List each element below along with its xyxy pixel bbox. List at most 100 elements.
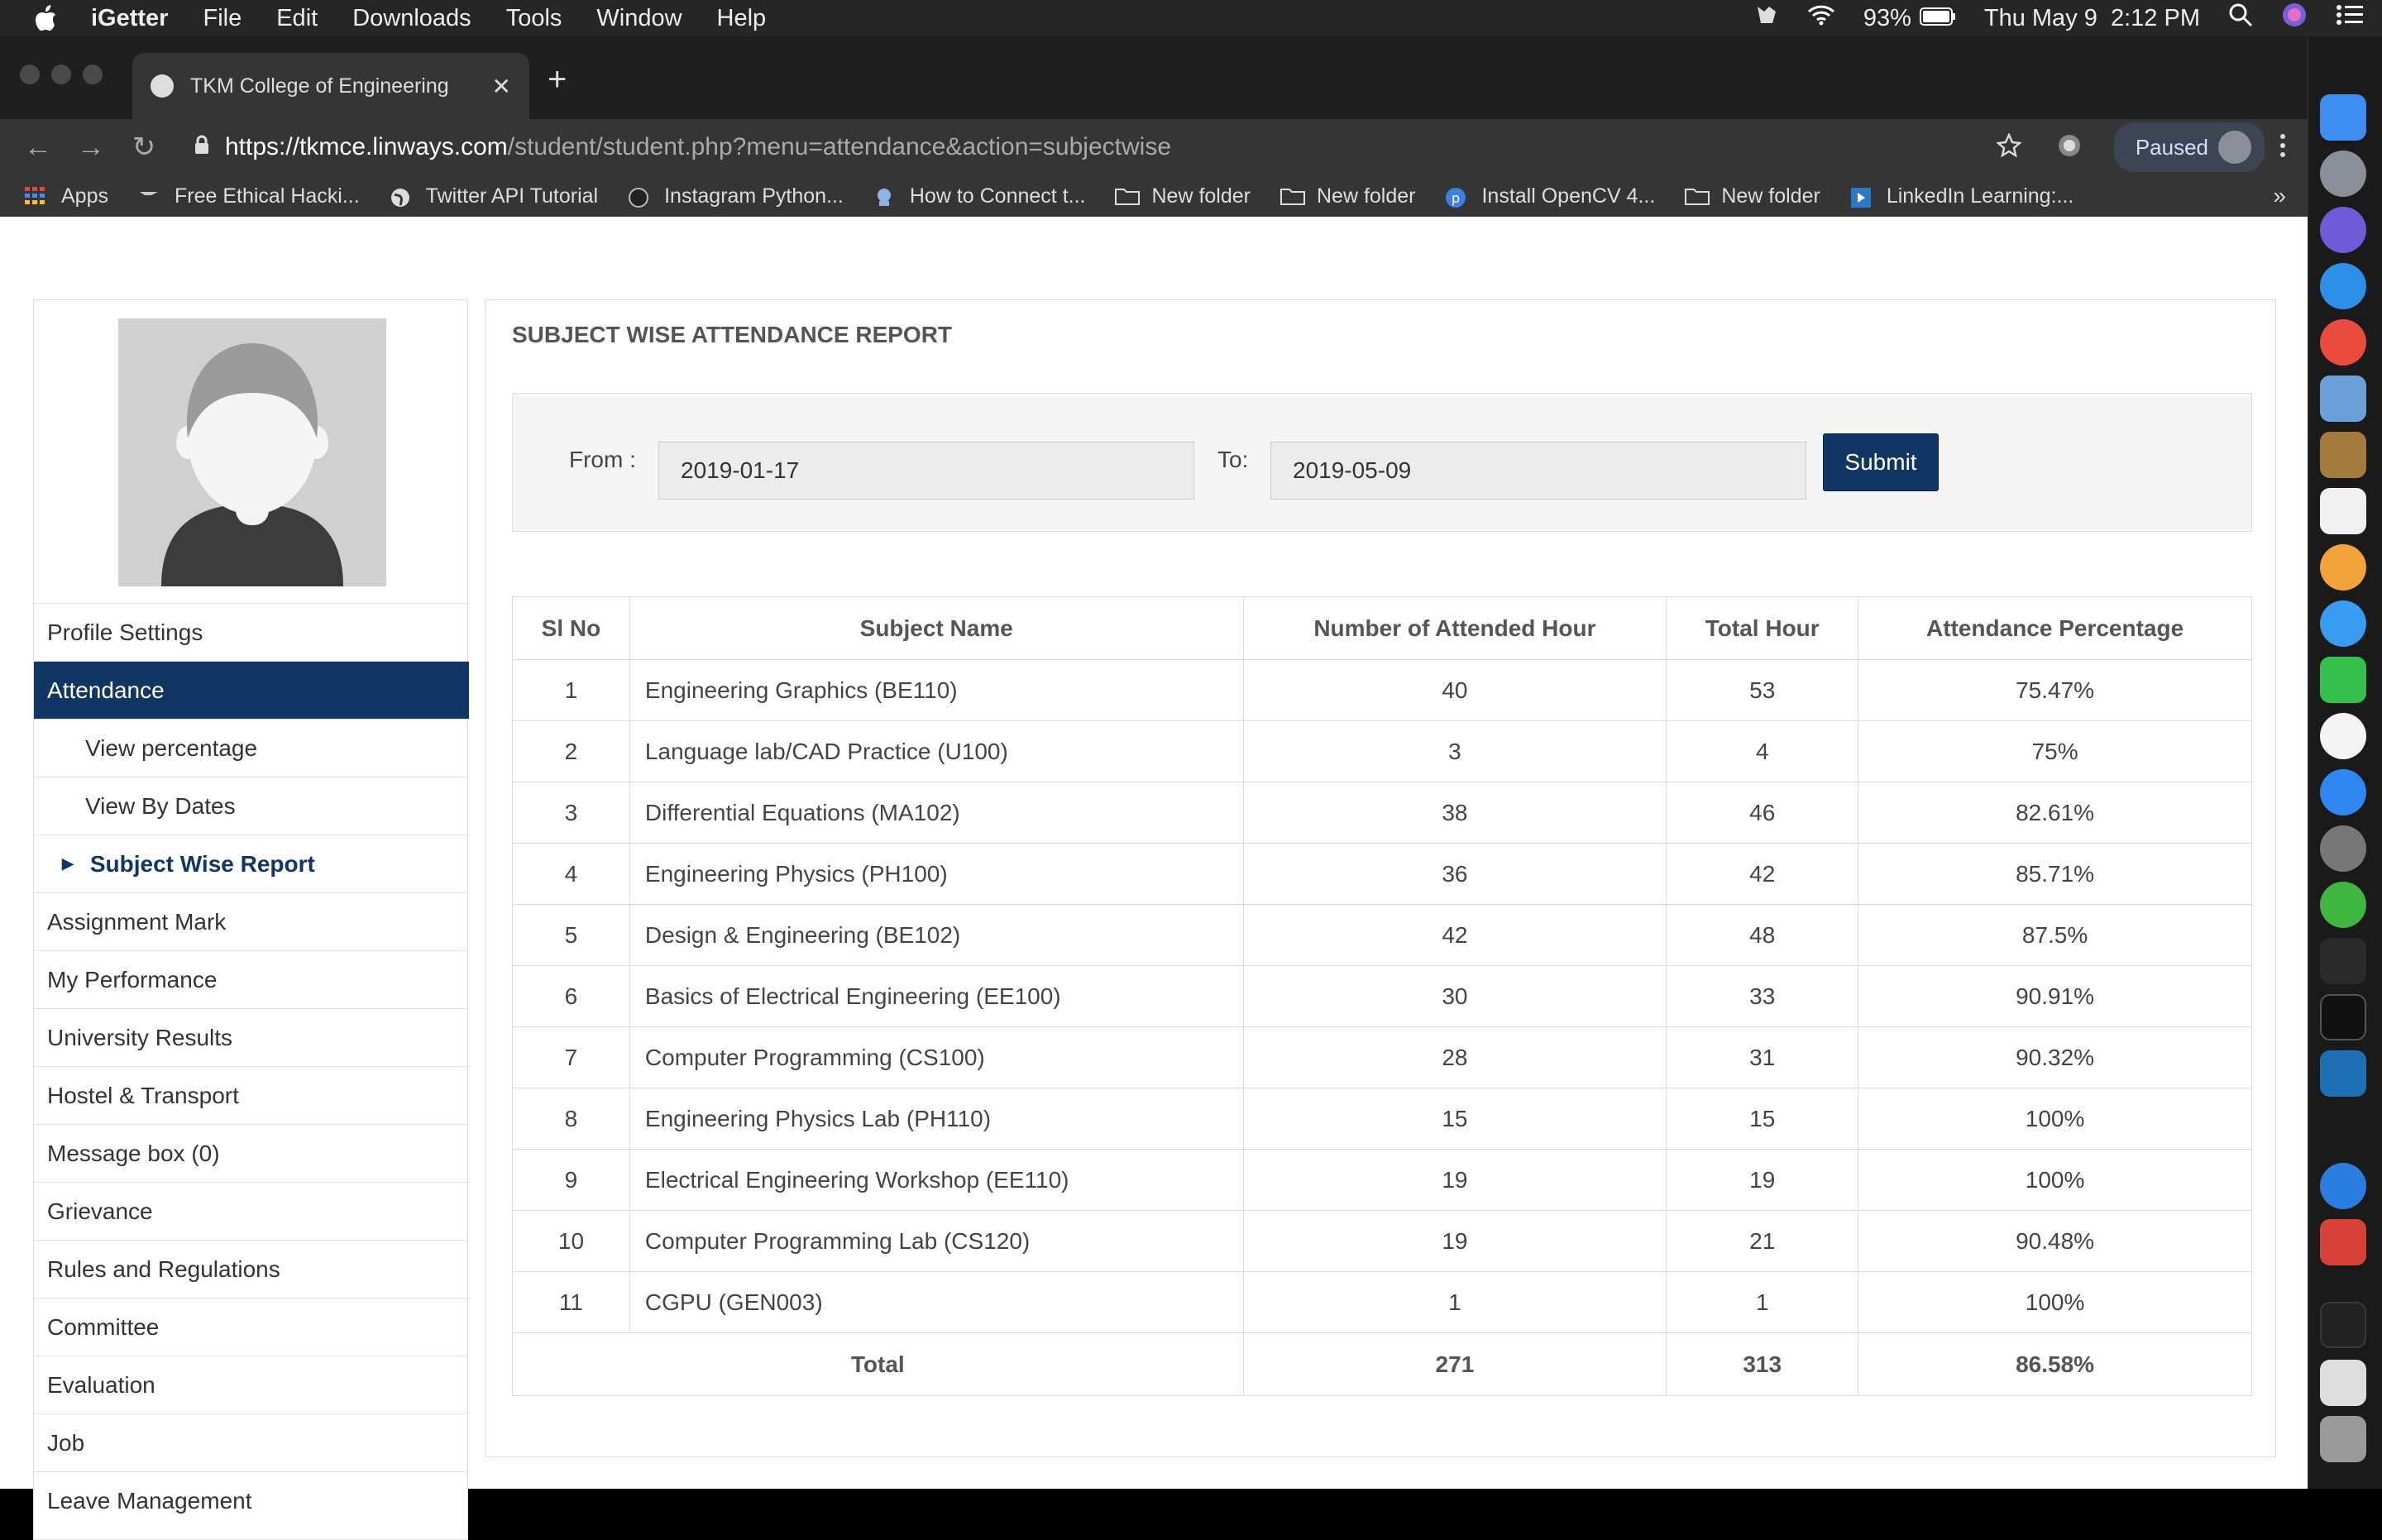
bookmark-twitter-api[interactable]: Twitter API Tutorial — [390, 184, 598, 208]
back-arrow-icon[interactable]: ← — [23, 132, 53, 164]
new-tab-icon[interactable]: + — [548, 61, 567, 98]
battery-icon[interactable] — [1919, 5, 1956, 32]
trash-icon[interactable] — [2320, 1416, 2366, 1462]
table-row: 5 Design & Engineering (BE102) 42 48 87.5% — [512, 904, 2252, 966]
menu-edit[interactable]: Edit — [276, 5, 318, 32]
zoom-window-button[interactable] — [83, 65, 103, 84]
siri-icon[interactable] — [2281, 2, 2308, 35]
cell-subject: Computer Programming Lab (CS120) — [629, 1210, 1244, 1272]
terminal-icon[interactable] — [2320, 994, 2366, 1040]
reload-icon[interactable]: ↻ — [129, 131, 159, 164]
clock[interactable]: Thu May 9 2:12 PM — [1984, 5, 2200, 32]
url-host: https://tkmce.linways.com — [225, 133, 508, 160]
sidebar-item-job[interactable]: Job — [34, 1413, 469, 1471]
table-total-row: Total 271 313 86.58% — [512, 1332, 2252, 1396]
sidebar-item-committee[interactable]: Committee — [34, 1298, 469, 1356]
from-date-input[interactable]: 2019-01-17 — [658, 442, 1194, 500]
bookmark-free-ethical-hacking[interactable]: Free Ethical Hacki... — [138, 184, 360, 208]
wifi-icon[interactable] — [1807, 4, 1835, 32]
submit-button[interactable]: Submit — [1823, 433, 1939, 491]
itunes-icon[interactable] — [2320, 713, 2366, 759]
sidebar-item-attendance[interactable]: Attendance — [34, 661, 469, 719]
sidebar-item-university-results[interactable]: University Results — [34, 1008, 469, 1066]
mail-icon[interactable] — [2320, 375, 2366, 422]
spotlight-search-icon[interactable] — [2228, 2, 2253, 34]
cell-total: 42 — [1666, 843, 1859, 905]
menu-window[interactable]: Window — [596, 5, 682, 32]
cell-attended: 19 — [1242, 1149, 1667, 1211]
photos-icon[interactable] — [2320, 544, 2366, 591]
igetter-dock-icon[interactable] — [2320, 1163, 2366, 1209]
bookmark-how-to-connect[interactable]: How to Connect t... — [873, 184, 1085, 208]
sidebar-item-subject-wise-report[interactable]: ▶ Subject Wise Report — [34, 835, 469, 892]
chrome-icon[interactable] — [2320, 319, 2366, 366]
cell-percentage: 82.61% — [1858, 782, 2252, 844]
app-menu-igetter[interactable]: iGetter — [91, 5, 168, 32]
address-toolbar: ← → ↻ https://tkmce.linways.com/student/… — [0, 119, 2308, 175]
activity-monitor-icon[interactable] — [2320, 938, 2366, 984]
bookmark-label: New folder — [1721, 184, 1820, 208]
facetime-icon[interactable] — [2320, 657, 2366, 703]
sidebar-item-hostel-transport[interactable]: Hostel & Transport — [34, 1066, 469, 1124]
column-header-attended-hours[interactable]: Number of Attended Hour — [1242, 596, 1667, 660]
menu-downloads[interactable]: Downloads — [352, 5, 471, 32]
sidebar-item-leave-management[interactable]: Leave Management — [34, 1471, 469, 1529]
menu-tools[interactable]: Tools — [506, 5, 562, 32]
downloads-app-icon[interactable] — [2320, 1219, 2366, 1265]
system-preferences-icon[interactable] — [2320, 825, 2366, 872]
bookmark-linkedin-learning[interactable]: LinkedIn Learning:... — [1850, 184, 2073, 208]
cell-sl-no: 5 — [512, 904, 630, 966]
utorrent-icon[interactable] — [2320, 882, 2366, 928]
column-header-attendance-percentage[interactable]: Attendance Percentage — [1858, 596, 2252, 660]
sidebar-item-profile-settings[interactable]: Profile Settings — [34, 603, 469, 661]
sidebar-item-message-box[interactable]: Message box (0) — [34, 1124, 469, 1182]
column-header-total-hours[interactable]: Total Hour — [1666, 596, 1859, 660]
to-label: To: — [1217, 447, 1249, 472]
menu-file[interactable]: File — [203, 5, 242, 32]
forward-arrow-icon[interactable]: → — [76, 132, 106, 164]
extension-icon[interactable] — [2056, 132, 2083, 163]
menu-help[interactable]: Help — [717, 5, 767, 32]
column-header-subject-name[interactable]: Subject Name — [629, 596, 1244, 660]
browser-menu-icon[interactable] — [2279, 133, 2286, 162]
contacts-icon[interactable] — [2320, 432, 2366, 478]
launchpad-icon[interactable] — [2320, 151, 2366, 197]
reminders-icon[interactable] — [2320, 488, 2366, 534]
bookmark-new-folder-1[interactable]: New folder — [1115, 184, 1251, 208]
siri-dock-icon[interactable] — [2320, 207, 2366, 253]
profile-button[interactable]: Paused — [2113, 122, 2265, 172]
more-bookmarks-chevron-icon[interactable]: » — [2273, 183, 2286, 209]
apple-menu-icon[interactable] — [31, 4, 60, 32]
bookmark-instagram-python[interactable]: Instagram Python... — [628, 184, 844, 208]
sidebar-item-evaluation[interactable]: Evaluation — [34, 1356, 469, 1413]
minimize-window-button[interactable] — [51, 65, 71, 84]
document-thumbnail[interactable] — [2320, 1360, 2366, 1406]
browser-tab-active[interactable]: TKM College of Engineering ✕ — [132, 53, 529, 119]
bookmark-star-icon[interactable] — [1995, 132, 2022, 162]
terminal-window-thumbnail[interactable] — [2320, 1302, 2366, 1348]
sidebar-item-my-performance[interactable]: My Performance — [34, 950, 469, 1008]
status-app-icon[interactable] — [1754, 3, 1779, 33]
sidebar-item-grievance[interactable]: Grievance — [34, 1182, 469, 1240]
sidebar-item-assignment-mark[interactable]: Assignment Mark — [34, 892, 469, 950]
finder-icon[interactable] — [2320, 94, 2366, 141]
bookmark-new-folder-2[interactable]: New folder — [1279, 184, 1415, 208]
bookmark-apps[interactable]: Apps — [25, 184, 108, 208]
column-header-sl-no[interactable]: Sl No — [512, 596, 630, 660]
notification-center-icon[interactable] — [2336, 3, 2364, 33]
lock-icon[interactable] — [194, 135, 210, 160]
safari-icon[interactable] — [2320, 263, 2366, 309]
bookmark-install-opencv[interactable]: p Install OpenCV 4... — [1445, 184, 1655, 208]
bookmark-new-folder-3[interactable]: New folder — [1685, 184, 1820, 208]
messages-icon[interactable] — [2320, 600, 2366, 647]
app-store-icon[interactable] — [2320, 769, 2366, 815]
vscode-icon[interactable] — [2320, 1050, 2366, 1097]
cell-sl-no: 10 — [512, 1210, 630, 1272]
close-tab-icon[interactable]: ✕ — [492, 73, 511, 100]
close-window-button[interactable] — [20, 65, 40, 84]
to-date-input[interactable]: 2019-05-09 — [1270, 442, 1806, 500]
sidebar-item-view-by-dates[interactable]: View By Dates — [34, 777, 469, 835]
sidebar-item-rules-regulations[interactable]: Rules and Regulations — [34, 1240, 469, 1298]
address-bar[interactable]: https://tkmce.linways.com/student/studen… — [180, 126, 1983, 169]
sidebar-item-view-percentage[interactable]: View percentage — [34, 719, 469, 777]
